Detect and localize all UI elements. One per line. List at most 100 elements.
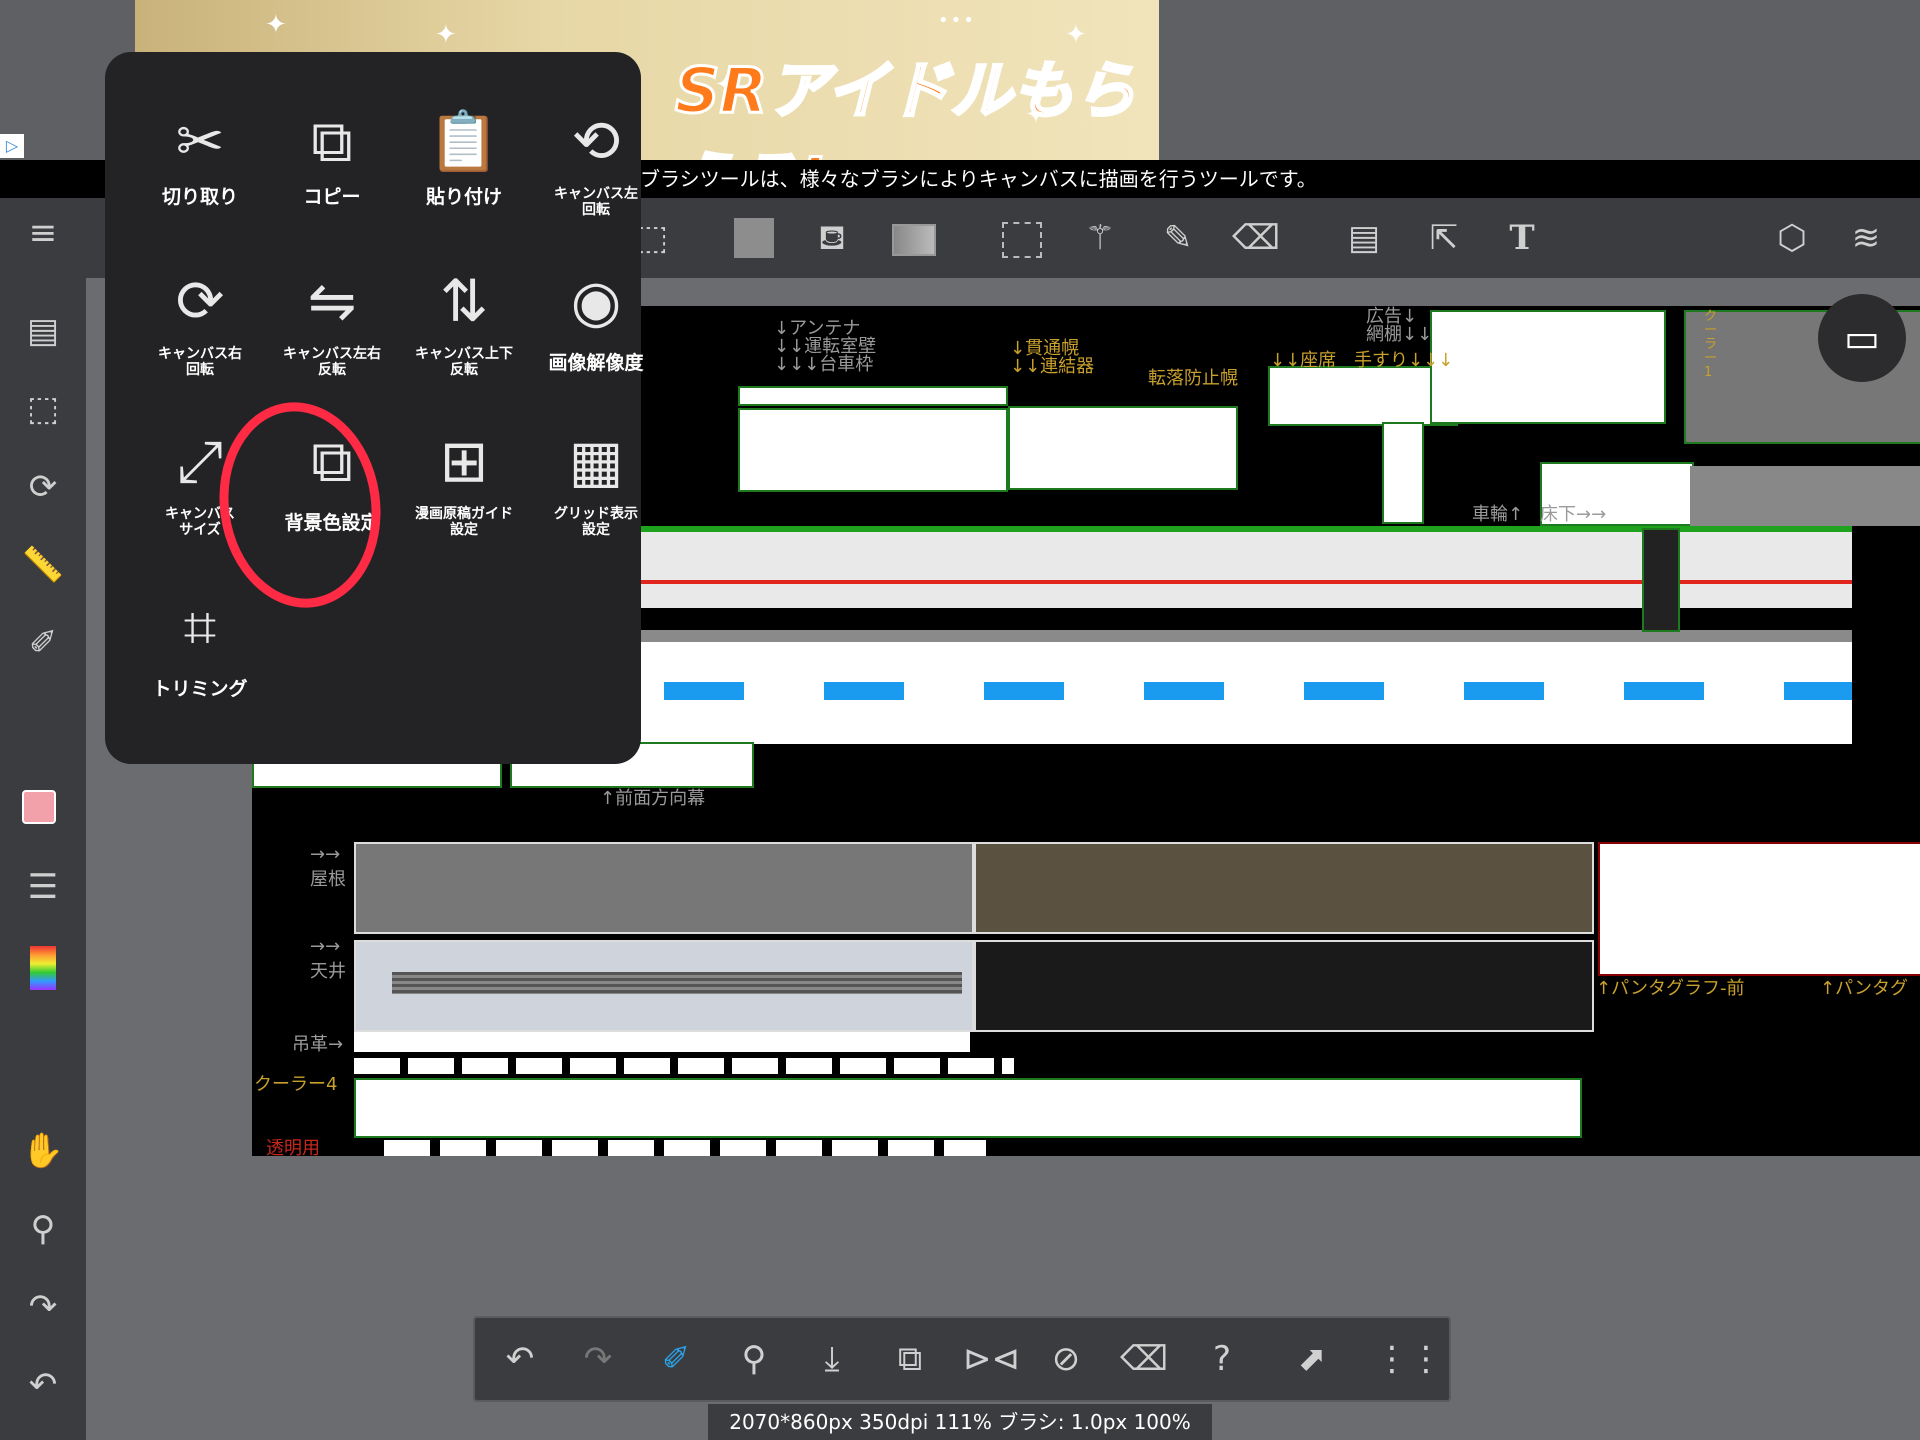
canvas-label: 広告↓ 網棚↓↓ xyxy=(1366,306,1433,345)
text-icon[interactable]: T xyxy=(1498,214,1546,262)
canvas-shape xyxy=(1382,422,1424,524)
edit-popup-menu: ✂ 切り取り ⧉ コピー 📋 貼り付け ⟲ キャンバス左 回転 ⟳ キャンバス右 回転 ⇋… xyxy=(105,52,644,764)
bottom-toolbar: ↶ ↷ ✐ ⚲ ⤓ ⧉ ⊳⊲ ⊘ ⌫ ? ⬈ ⋮⋮ xyxy=(473,1316,1451,1402)
status-bar: 2070*860px 350dpi 111% ブラシ: 1.0px 100% xyxy=(708,1404,1212,1440)
trimming-button[interactable]: ⌗ トリミング xyxy=(135,582,265,700)
canvas-label: 透明用 xyxy=(266,1138,320,1159)
canvas-shape xyxy=(1430,310,1666,424)
rotate-icon[interactable]: ⟳ xyxy=(16,460,70,514)
copy-icon[interactable]: ⧉ xyxy=(885,1334,935,1384)
brush-list-icon[interactable]: ☰ xyxy=(16,860,70,914)
gradient-icon[interactable] xyxy=(888,214,936,262)
strap-shape xyxy=(354,1032,970,1052)
rotate-lock-icon[interactable]: ⊘ xyxy=(1041,1334,1091,1384)
flip-vertical-button[interactable]: ⇅ キャンバス上下 反転 xyxy=(399,256,529,378)
canvas-shape xyxy=(354,1078,1582,1138)
crop-icon: ⌗ xyxy=(183,593,217,661)
canvas-label: 手すり↓↓↓ xyxy=(1354,350,1454,371)
rotate-left-button[interactable]: ⟲ キャンバス左 回転 xyxy=(531,96,661,218)
train-side-2 xyxy=(504,630,1852,744)
canvas-label: ↓貫通幌 ↓↓連結器 xyxy=(1010,338,1095,377)
flip-icon[interactable]: ⊳⊲ xyxy=(963,1334,1020,1384)
canvas-label: クーラー4 xyxy=(254,1074,338,1095)
cut-button[interactable]: ✂ 切り取り xyxy=(135,96,265,208)
download-icon[interactable]: ⤓ xyxy=(807,1334,857,1384)
ceiling-shape xyxy=(354,940,974,1032)
panel-icon[interactable]: ▤ xyxy=(1340,214,1388,262)
copy-button[interactable]: ⧉ コピー xyxy=(267,96,397,208)
edit-menu-icon[interactable]: ▤ xyxy=(16,304,70,358)
adchoices-icon[interactable]: ▷ xyxy=(0,134,24,158)
undo-icon[interactable]: ↶ xyxy=(495,1334,545,1384)
magic-wand-icon[interactable]: ⚚ xyxy=(1076,214,1124,262)
roof-shape xyxy=(354,842,974,934)
layers-icon[interactable]: ≋ xyxy=(1842,214,1890,262)
hand-icon[interactable]: ✋ xyxy=(16,1124,70,1178)
rotate-left-icon: ⟲ xyxy=(571,107,621,175)
rotate-right-button[interactable]: ⟳ キャンバス右 回転 xyxy=(135,256,265,378)
canvas-label: ↑パンタグラフ-前 xyxy=(1596,978,1745,999)
grid-icon: ▦ xyxy=(568,427,624,495)
canvas-label: ↓アンテナ ↓↓運転室壁 ↓↓↓台車枠 xyxy=(774,318,877,375)
paste-button[interactable]: 📋 貼り付け xyxy=(399,96,529,208)
canvas-label: クーラー1 xyxy=(1704,309,1718,380)
canvas-label: 吊革→ xyxy=(292,1034,344,1055)
manga-guide-icon: ⊞ xyxy=(439,427,489,495)
ceiling-shape xyxy=(974,940,1594,1032)
help-icon[interactable]: ? xyxy=(1197,1334,1247,1384)
copy-icon: ⧉ xyxy=(311,107,353,175)
star-icon: ✦ xyxy=(435,20,457,50)
canvas-shape xyxy=(1008,406,1238,490)
redo-icon[interactable]: ↷ xyxy=(573,1334,623,1384)
eye-icon: ◉ xyxy=(570,267,622,335)
selection-icon[interactable]: ⬚ xyxy=(16,382,70,436)
canvas-label: ↑前面方向幕 xyxy=(600,788,706,809)
left-toolbar: ≡ ▤ ⬚ ⟳ 📏 ✐ ☰ ✋ ⚲ ↷ ↶ xyxy=(0,198,86,1440)
canvas-label: →→屋根 xyxy=(310,844,346,890)
canvas-shape xyxy=(738,408,1008,492)
ad-text: SRアイドルもらえる! xyxy=(674,53,1138,161)
canvas-shape xyxy=(1642,528,1680,632)
eyedropper-icon[interactable]: ⚲ xyxy=(729,1334,779,1384)
menu-grid-icon[interactable]: ⋮⋮ xyxy=(1375,1334,1443,1384)
flip-horizontal-icon: ⇋ xyxy=(307,267,357,335)
select-rect-icon[interactable] xyxy=(996,214,1044,262)
eyedropper-icon[interactable]: ⚲ xyxy=(16,1202,70,1256)
undo-icon[interactable]: ↶ xyxy=(16,1358,70,1412)
canvas-label: 車輪↑ xyxy=(1472,504,1524,525)
frame-toggle-button[interactable]: ▭ xyxy=(1818,294,1906,382)
menu-icon[interactable]: ≡ xyxy=(16,206,70,260)
hint-text: ブラシツールは、様々なブラシによりキャンバスに描画を行うツールです。 xyxy=(640,167,1317,191)
grid-settings-button[interactable]: ▦ グリッド表示 設定 xyxy=(531,416,661,538)
star-icon: ✦ xyxy=(265,10,287,40)
select-move-icon[interactable]: ⇱ xyxy=(1420,214,1468,262)
manga-guide-button[interactable]: ⊞ 漫画原稿ガイド 設定 xyxy=(399,416,529,538)
canvas-label: →→天井 xyxy=(310,936,346,982)
brush-icon[interactable]: ✐ xyxy=(16,616,70,670)
canvas-label: 転落防止幌 xyxy=(1148,368,1238,389)
flip-horizontal-button[interactable]: ⇋ キャンバス左右 反転 xyxy=(267,256,397,378)
redo-icon[interactable]: ↷ xyxy=(16,1280,70,1334)
foreground-color[interactable] xyxy=(22,790,56,824)
canvas-shape xyxy=(1690,466,1920,526)
flip-vertical-icon: ⇅ xyxy=(439,267,489,335)
canvas-shape xyxy=(738,386,1008,406)
fill-rect-icon[interactable] xyxy=(730,214,778,262)
paste-icon: 📋 xyxy=(427,107,501,175)
canvas-label: ↓↓座席 xyxy=(1270,350,1337,371)
ruler-icon[interactable]: 📏 xyxy=(16,538,70,592)
canvas-shape xyxy=(354,1058,1014,1074)
scissors-icon: ✂ xyxy=(175,107,225,175)
canvas-label: ↑パンタグ xyxy=(1820,978,1908,999)
brush-eraser-icon[interactable]: ✐ xyxy=(651,1334,701,1384)
select-pen-icon[interactable]: ✎ xyxy=(1154,214,1202,262)
bucket-icon[interactable]: ⛾ xyxy=(808,214,856,262)
roof-shape xyxy=(974,842,1594,934)
share-icon[interactable]: ⬈ xyxy=(1287,1334,1337,1384)
rotate-right-icon: ⟳ xyxy=(175,267,225,335)
3d-icon[interactable]: ⬡ xyxy=(1768,214,1816,262)
color-palette-icon[interactable] xyxy=(30,946,56,990)
image-resolution-button[interactable]: ◉ 画像解像度 xyxy=(531,256,661,374)
clear-icon[interactable]: ⌫ xyxy=(1119,1334,1169,1384)
select-eraser-icon[interactable]: ⌫ xyxy=(1232,214,1280,262)
